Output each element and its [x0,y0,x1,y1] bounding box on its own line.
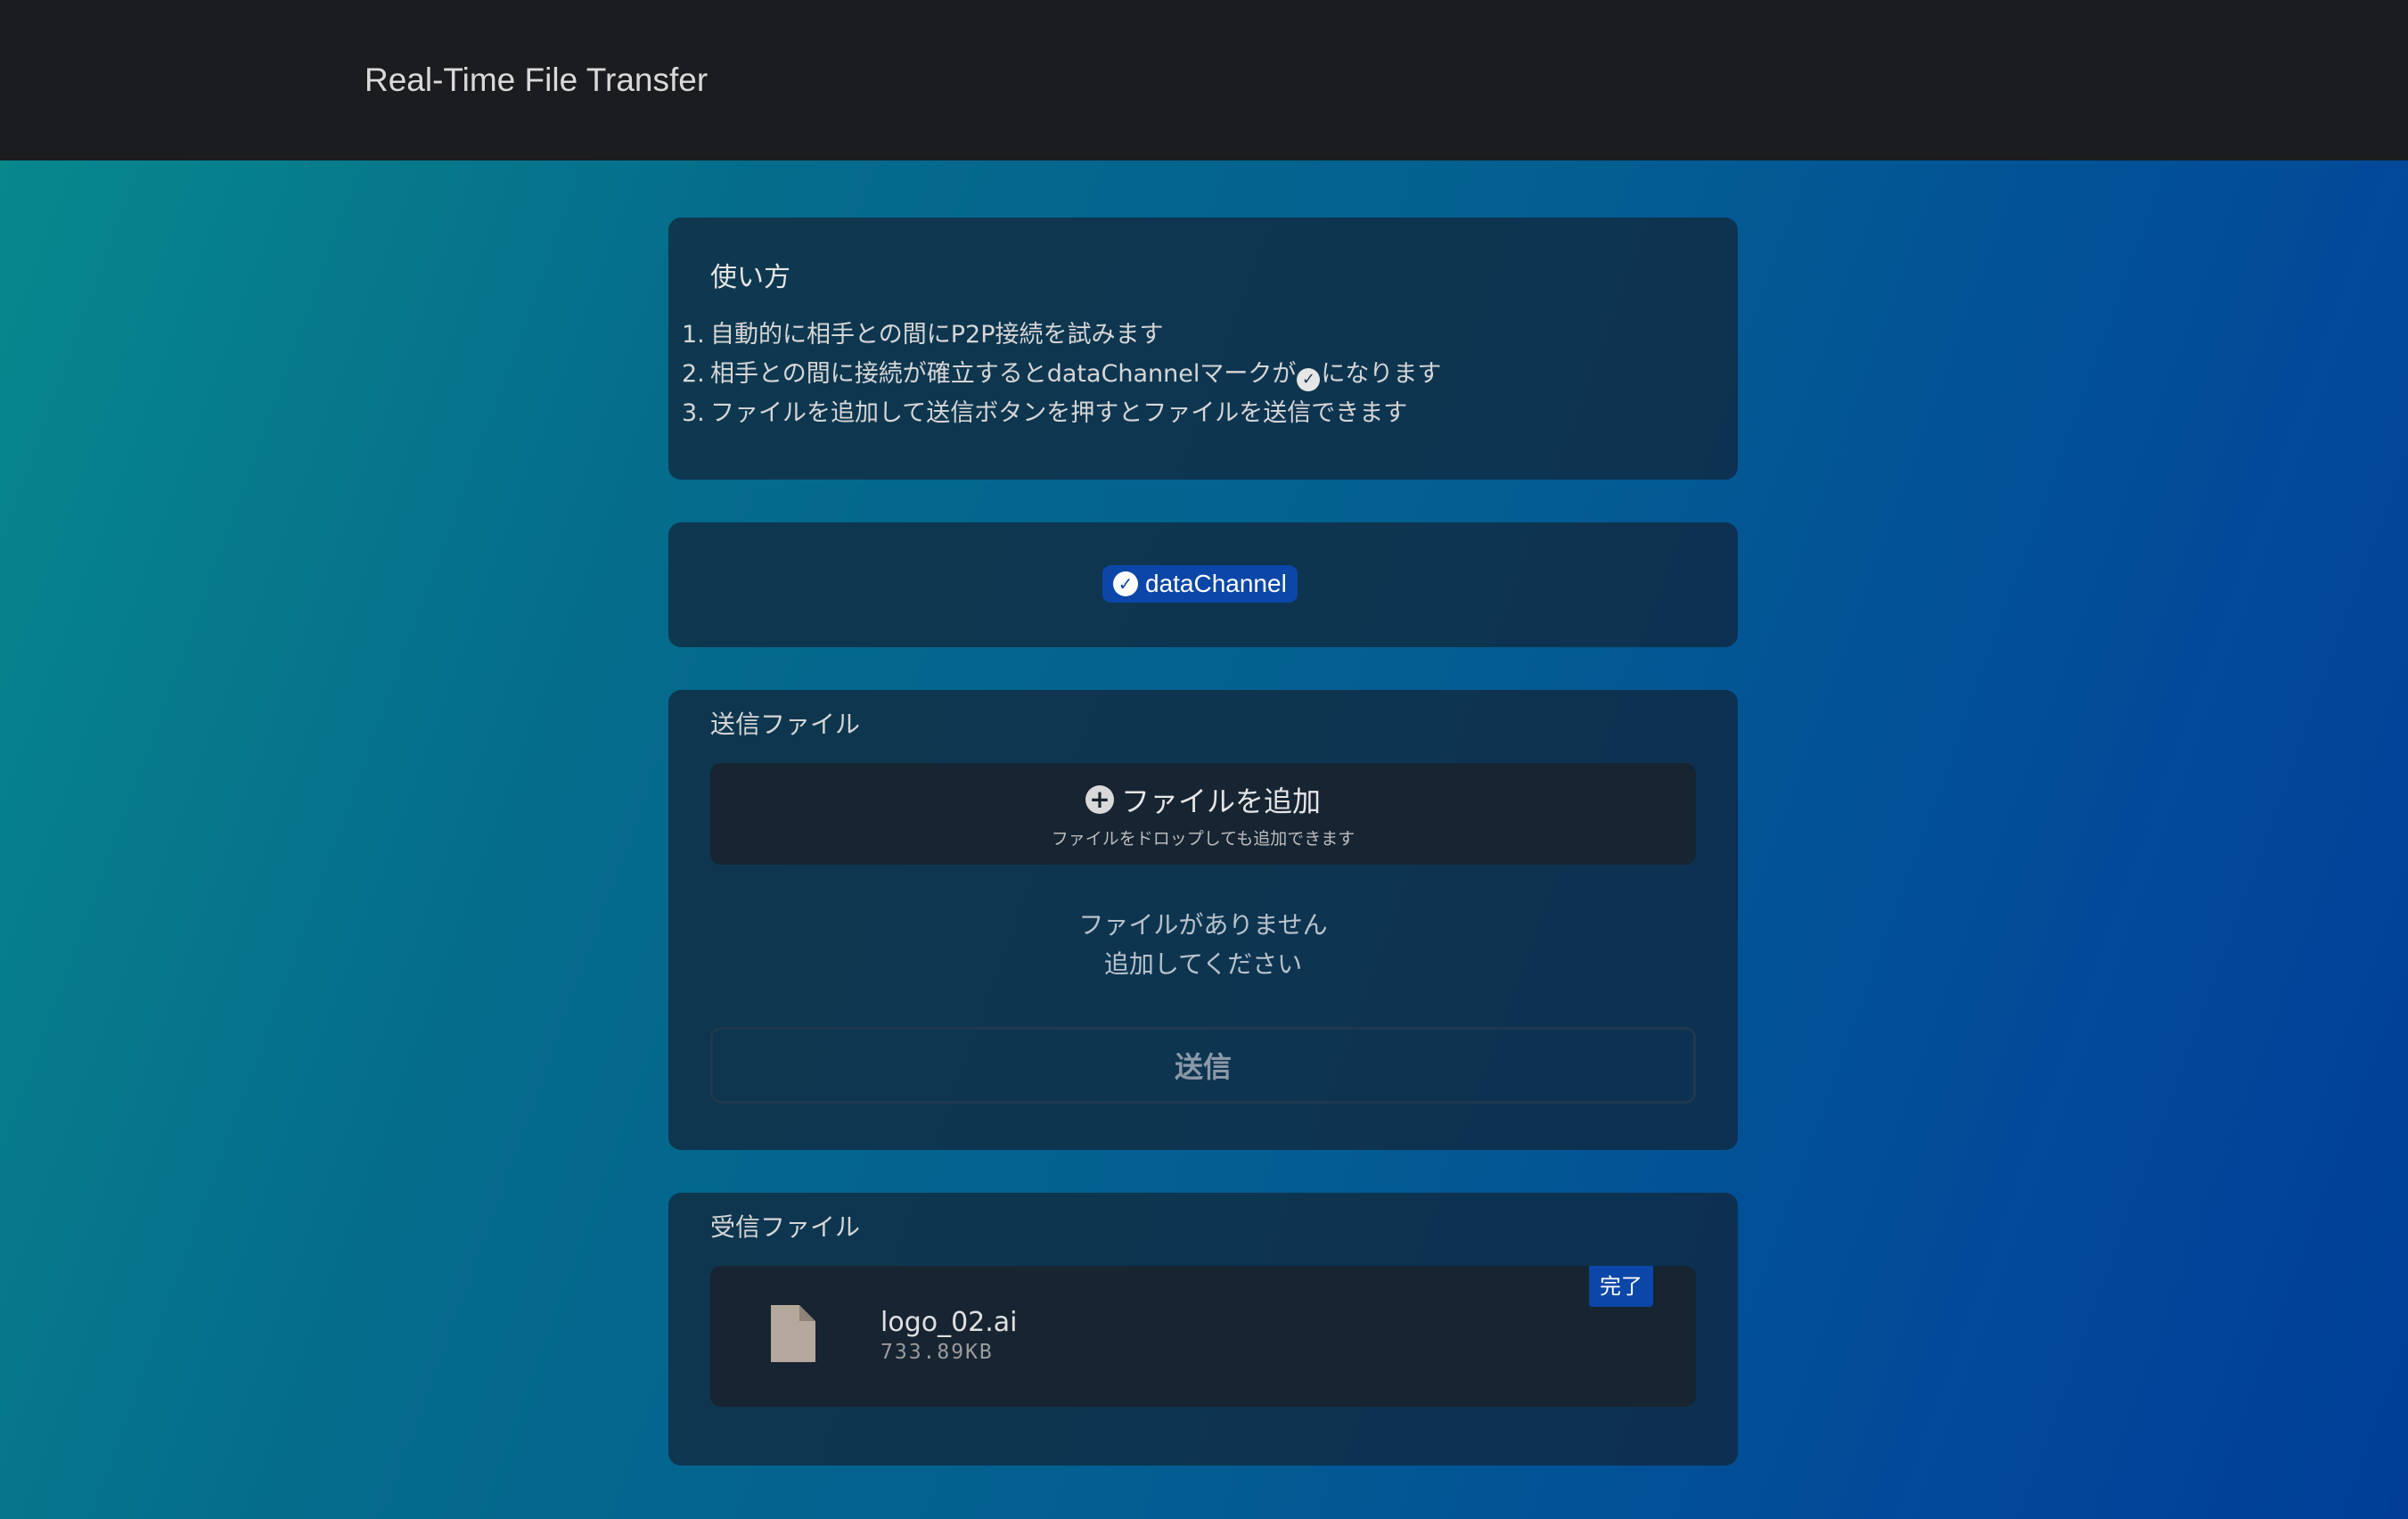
send-files-card: 送信ファイル + ファイルを追加 ファイルをドロップしても追加できます ファイル… [668,690,1738,1150]
empty-file-message: ファイルがありません 追加してください [1078,910,1328,979]
check-circle-icon: ✓ [1113,571,1138,596]
check-circle-icon: ✓ [1297,368,1321,391]
send-button-label: 送信 [1174,1050,1232,1084]
datachannel-status-badge: ✓ dataChannel [1102,565,1298,603]
received-files-card: 受信ファイル logo_02.ai 733.89KB 完了 [668,1193,1738,1466]
howto-step: 2. 相手との間に接続が確立するとdataChannelマークが ✓ になります [682,355,1441,394]
howto-card: 使い方 1. 自動的に相手との間にP2P接続を試みます 2. 相手との間に接続が確立… [668,218,1738,480]
send-section-label: 送信ファイル [710,710,861,739]
plus-circle-icon: + [1085,785,1114,814]
file-size: 733.89KB [880,1341,994,1364]
drop-hint: ファイルをドロップしても追加できます [1051,829,1356,849]
file-name: logo_02.ai [880,1307,1018,1338]
howto-step: 1. 自動的に相手との間にP2P接続を試みます [682,321,1164,349]
received-file-item[interactable]: logo_02.ai 733.89KB 完了 [710,1266,1696,1407]
app-title: Real-Time File Transfer [364,62,708,98]
add-file-label: ファイルを追加 [1120,784,1321,818]
howto-steps: 1. 自動的に相手との間にP2P接続を試みます 2. 相手との間に接続が確立するとd… [682,316,1441,433]
status-badge: 完了 [1589,1266,1653,1307]
add-file-button[interactable]: + ファイルを追加 ファイルをドロップしても追加できます [710,763,1696,865]
datachannel-label: dataChannel [1145,570,1287,597]
howto-step: 3. ファイルを追加して送信ボタンを押すとファイルを送信できます [682,399,1408,427]
send-button[interactable]: 送信 [710,1027,1696,1104]
status-card: ✓ dataChannel [668,522,1738,647]
receive-section-label: 受信ファイル [710,1212,861,1242]
app-header: Real-Time File Transfer [0,0,2408,160]
howto-title: 使い方 [710,262,790,293]
file-icon [771,1305,815,1362]
